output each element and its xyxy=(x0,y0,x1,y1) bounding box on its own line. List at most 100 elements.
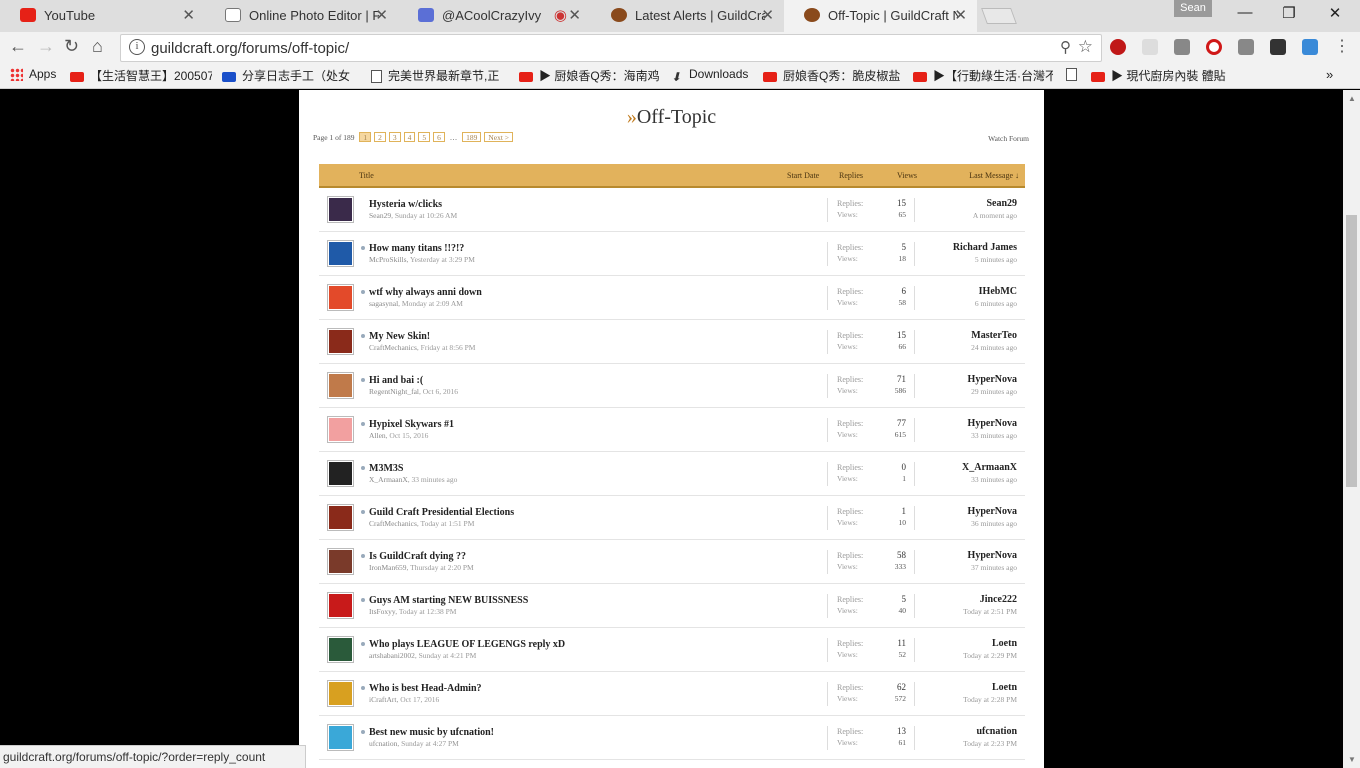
close-icon[interactable]: ✕ xyxy=(761,6,774,24)
bookmark-item[interactable]: ▶【行動綠生活·台灣不 xyxy=(913,67,1053,84)
table-row[interactable]: wtf why always anni down sagasynal, Monda… xyxy=(319,276,1025,320)
opera-icon[interactable] xyxy=(1206,39,1222,55)
last-post-time[interactable]: A moment ago xyxy=(917,211,1017,220)
thread-title[interactable]: Is GuildCraft dying ?? xyxy=(369,551,466,562)
last-poster[interactable]: ufcnation xyxy=(917,726,1017,737)
avatar[interactable] xyxy=(327,284,354,311)
extension-icon[interactable] xyxy=(1270,39,1286,55)
last-poster[interactable]: HyperNova xyxy=(917,418,1017,429)
avatar[interactable] xyxy=(327,240,354,267)
avatar[interactable] xyxy=(327,592,354,619)
menu-icon[interactable]: ⋮ xyxy=(1334,36,1350,56)
last-post-time[interactable]: 29 minutes ago xyxy=(917,387,1017,396)
table-row[interactable]: Who is best Head-Admin? iCraftArt, Oct 17… xyxy=(319,672,1025,716)
forward-icon[interactable]: → xyxy=(37,36,55,57)
last-poster[interactable]: HyperNova xyxy=(917,506,1017,517)
extension-icon[interactable] xyxy=(1302,39,1318,55)
table-row[interactable]: Hi and bai :(RegentNight_fal, Oct 6, 201… xyxy=(319,364,1025,408)
close-window-icon[interactable]: ✕ xyxy=(1312,4,1358,22)
thread-author[interactable]: CraftMechanics xyxy=(369,343,417,352)
avatar[interactable] xyxy=(327,372,354,399)
thread-start-date[interactable]: Friday at 8:56 PM xyxy=(421,343,476,352)
scrollbar[interactable]: ▲ ▼ xyxy=(1343,90,1360,768)
avatar[interactable] xyxy=(327,504,354,531)
last-poster[interactable]: HyperNova xyxy=(917,550,1017,561)
page-link[interactable]: 1 xyxy=(359,132,372,142)
tab-youtube[interactable]: YouTube ✕ xyxy=(0,0,205,32)
bookmark-item[interactable]: 【生活智慧王】2005072 xyxy=(70,67,212,84)
minimize-icon[interactable]: — xyxy=(1222,4,1268,21)
column-title[interactable]: Title xyxy=(359,171,374,180)
home-icon[interactable]: ⌂ xyxy=(92,36,103,57)
last-poster[interactable]: Loetn xyxy=(917,682,1017,693)
avatar[interactable] xyxy=(327,416,354,443)
thread-author[interactable]: RegentNight_fal xyxy=(369,387,419,396)
page-link[interactable]: 5 xyxy=(418,132,431,142)
bookmark-item[interactable]: 完美世界最新章节,正 xyxy=(371,67,509,84)
thread-start-date[interactable]: Sunday at 4:21 PM xyxy=(419,651,477,660)
thread-author[interactable]: CraftMechanics xyxy=(369,519,417,528)
extension-icon[interactable] xyxy=(1238,39,1254,55)
thread-author[interactable]: ufcnation xyxy=(369,739,397,748)
bookmark-item[interactable]: ▶ 厨娘香Q秀：海南鸡 xyxy=(519,67,659,84)
url-text[interactable]: guildcraft.org/forums/off-topic/ xyxy=(151,40,349,57)
last-post-time[interactable]: Today at 2:51 PM xyxy=(917,607,1017,616)
thread-title[interactable]: Who plays LEAGUE OF LEGENGS reply xD xyxy=(369,639,565,650)
thread-author[interactable]: sagasynal xyxy=(369,299,398,308)
extension-icon[interactable] xyxy=(1142,39,1158,55)
bookmark-item[interactable]: 厨娘香Q秀：脆皮椒盐 xyxy=(763,67,903,84)
last-post-time[interactable]: Today at 2:28 PM xyxy=(917,695,1017,704)
thread-start-date[interactable]: 33 minutes ago xyxy=(412,475,458,484)
thread-title[interactable]: Best new music by ufcnation! xyxy=(369,727,494,738)
tab-twitter-account[interactable]: @ACoolCrazyIvy ◉ ✕ xyxy=(398,0,591,32)
thread-start-date[interactable]: Yesterday at 3:29 PM xyxy=(410,255,475,264)
last-poster[interactable]: Jince222 xyxy=(917,594,1017,605)
bookmark-star-icon[interactable]: ☆ xyxy=(1078,37,1093,57)
watch-forum-link[interactable]: Watch Forum xyxy=(988,134,1029,143)
last-post-time[interactable]: 33 minutes ago xyxy=(917,475,1017,484)
column-start-date[interactable]: Start Date xyxy=(787,171,819,180)
last-post-time[interactable]: 37 minutes ago xyxy=(917,563,1017,572)
bookmark-item[interactable] xyxy=(1066,67,1084,82)
thread-title[interactable]: My New Skin! xyxy=(369,331,430,342)
last-post-time[interactable]: Today at 2:23 PM xyxy=(917,739,1017,748)
info-icon[interactable]: i xyxy=(129,39,145,55)
avatar[interactable] xyxy=(327,680,354,707)
last-post-time[interactable]: Today at 2:29 PM xyxy=(917,651,1017,660)
thread-author[interactable]: Sean29 xyxy=(369,211,391,220)
table-row[interactable]: Is GuildCraft dying ?? IronMan659, Thursd… xyxy=(319,540,1025,584)
table-row[interactable]: M3M3S X_ArmaanX, 33 minutes ago Replies: 0 V… xyxy=(319,452,1025,496)
profile-button[interactable]: Sean xyxy=(1174,0,1212,17)
table-row[interactable]: Guild Craft Presidential Elections CraftM… xyxy=(319,496,1025,540)
thread-title[interactable]: M3M3S xyxy=(369,463,403,474)
column-views[interactable]: Views xyxy=(897,171,917,180)
avatar[interactable] xyxy=(327,328,354,355)
last-post-time[interactable]: 36 minutes ago xyxy=(917,519,1017,528)
thread-title[interactable]: Guild Craft Presidential Elections xyxy=(369,507,514,518)
last-poster[interactable]: HyperNova xyxy=(917,374,1017,385)
scroll-up-icon[interactable]: ▲ xyxy=(1348,94,1356,103)
bookmark-downloads[interactable]: ⬇ Downloads xyxy=(671,67,748,81)
bookmark-item[interactable]: ▶ 現代廚房內裝 體貼 xyxy=(1091,67,1227,84)
page-link-last[interactable]: 189 xyxy=(462,132,482,142)
table-row[interactable]: My New Skin! CraftMechanics, Friday at 8:… xyxy=(319,320,1025,364)
last-post-time[interactable]: 33 minutes ago xyxy=(917,431,1017,440)
thread-start-date[interactable]: Oct 17, 2016 xyxy=(400,695,439,704)
thread-author[interactable]: ItsFoxyy xyxy=(369,607,395,616)
thread-start-date[interactable]: Monday at 2:09 AM xyxy=(402,299,463,308)
thread-author[interactable]: McProSkills xyxy=(369,255,407,264)
close-icon[interactable]: ✕ xyxy=(568,6,581,24)
new-tab-button[interactable] xyxy=(981,8,1017,24)
thread-start-date[interactable]: Sunday at 10:26 AM xyxy=(395,211,457,220)
thread-start-date[interactable]: Thursday at 2:20 PM xyxy=(410,563,474,572)
thread-author[interactable]: IronMan659 xyxy=(369,563,407,572)
avatar[interactable] xyxy=(327,724,354,751)
table-row[interactable]: Guys AM starting NEW BUISSNESS ItsFoxyy, … xyxy=(319,584,1025,628)
last-poster[interactable]: X_ArmaanX xyxy=(917,462,1017,473)
zoom-icon[interactable]: ⚲ xyxy=(1060,38,1071,56)
bookmark-apps[interactable]: Apps xyxy=(10,67,56,82)
thread-title[interactable]: Guys AM starting NEW BUISSNESS xyxy=(369,595,528,606)
thread-start-date[interactable]: Oct 6, 2016 xyxy=(423,387,458,396)
table-row[interactable]: Who plays LEAGUE OF LEGENGS reply xD arts… xyxy=(319,628,1025,672)
close-icon[interactable]: ✕ xyxy=(182,6,195,24)
